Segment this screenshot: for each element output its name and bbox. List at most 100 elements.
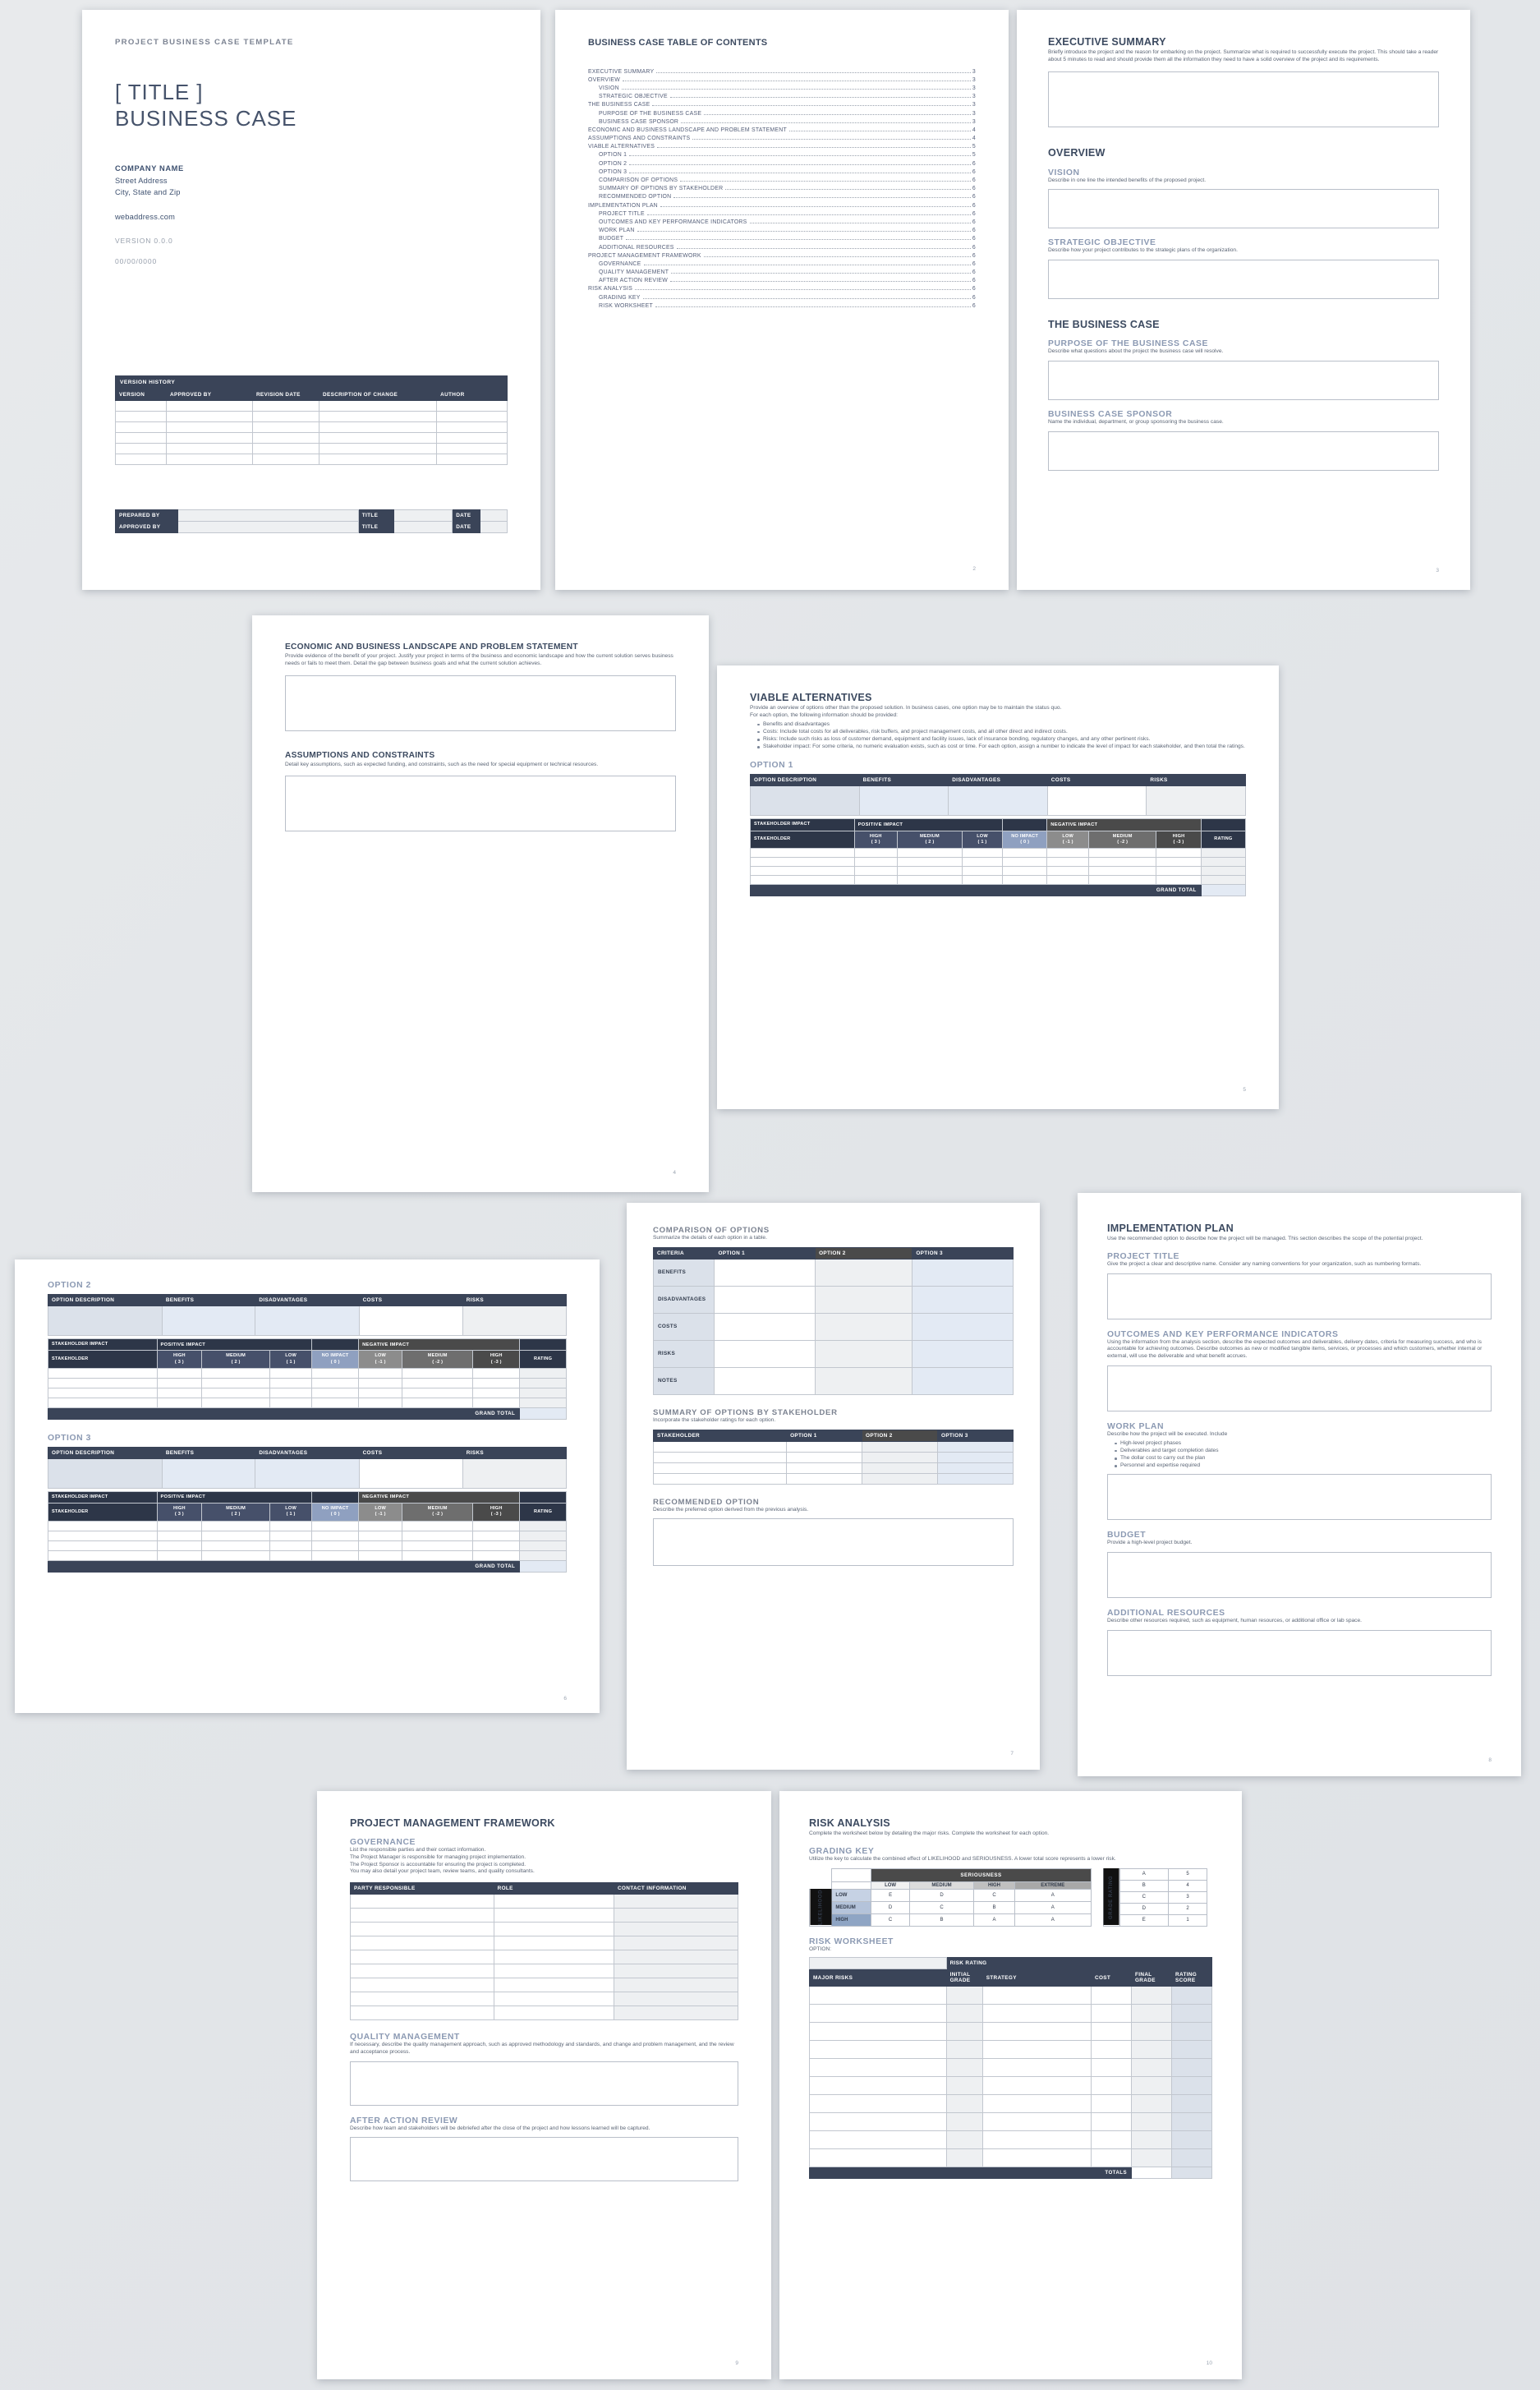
cell-contact[interactable] — [613, 1894, 739, 1909]
cell-party[interactable] — [350, 1978, 494, 1993]
toc-entry[interactable]: AFTER ACTION REVIEW 6 — [588, 277, 976, 285]
aar-input[interactable] — [350, 2137, 738, 2182]
cell-role[interactable] — [493, 1964, 614, 1979]
cell-strategy[interactable] — [981, 2022, 1092, 2042]
cell-initial-grade[interactable] — [945, 2022, 983, 2042]
cell-contact[interactable] — [613, 2005, 739, 2021]
table-row[interactable] — [115, 432, 508, 444]
cell-risks[interactable] — [1146, 785, 1246, 817]
cell-major-risk[interactable] — [809, 2004, 947, 2024]
web-address[interactable]: webaddress.com — [115, 213, 508, 221]
cell-contact[interactable] — [613, 1964, 739, 1979]
grand-total-value[interactable] — [519, 1559, 567, 1573]
cell-role[interactable] — [493, 1978, 614, 1993]
cell-role[interactable] — [493, 1992, 614, 2007]
quality-input[interactable] — [350, 2061, 738, 2106]
approved-by-field[interactable] — [177, 521, 359, 533]
approved-date-field[interactable] — [479, 521, 508, 533]
prepared-title-field[interactable] — [393, 509, 453, 522]
table-row[interactable] — [750, 848, 1247, 859]
table-row[interactable] — [652, 1462, 1014, 1474]
cell-final-grade[interactable] — [1130, 1986, 1172, 2005]
totals-rating-score[interactable] — [1170, 2167, 1213, 2180]
cell-major-risk[interactable] — [809, 2040, 947, 2060]
cell-final-grade[interactable] — [1130, 2094, 1172, 2114]
cell-party[interactable] — [350, 1936, 494, 1951]
cell-party[interactable] — [350, 2005, 494, 2021]
prepared-by-row[interactable]: PREPARED BY TITLE DATE — [114, 509, 508, 522]
cell-strategy[interactable] — [981, 1986, 1092, 2005]
toc-entry[interactable]: PROJECT MANAGEMENT FRAMEWORK 6 — [588, 251, 976, 260]
cell-cost[interactable] — [1090, 2094, 1132, 2114]
table-row[interactable] — [48, 1397, 567, 1408]
cell-strategy[interactable] — [981, 2058, 1092, 2078]
toc-entry[interactable]: QUALITY MANAGEMENT 6 — [588, 269, 976, 277]
table-row[interactable] — [350, 2005, 739, 2021]
table-row[interactable]: NOTES — [652, 1366, 1014, 1395]
cell-party[interactable] — [350, 1992, 494, 2007]
toc-entry[interactable]: EXECUTIVE SUMMARY 3 — [588, 67, 976, 76]
toc-entry[interactable]: RECOMMENDED OPTION 6 — [588, 193, 976, 201]
table-row[interactable] — [350, 1908, 739, 1923]
table-row[interactable] — [350, 1894, 739, 1909]
toc-entry[interactable]: STRATEGIC OBJECTIVE 3 — [588, 93, 976, 101]
table-row[interactable] — [750, 875, 1247, 886]
strategic-objective-input[interactable] — [1048, 260, 1439, 300]
cell-final-grade[interactable] — [1130, 2148, 1172, 2168]
cell-party[interactable] — [350, 1964, 494, 1979]
cell-strategy[interactable] — [981, 2094, 1092, 2114]
cell-disadvantages[interactable] — [948, 785, 1048, 817]
cell-initial-grade[interactable] — [945, 2112, 983, 2132]
toc-entry[interactable]: OPTION 3 6 — [588, 168, 976, 176]
toc-entry[interactable]: OPTION 1 5 — [588, 151, 976, 159]
cell-major-risk[interactable] — [809, 1986, 947, 2005]
cell-rating-score[interactable] — [1170, 2094, 1213, 2114]
cell-major-risk[interactable] — [809, 2058, 947, 2078]
cell-cost[interactable] — [1090, 2004, 1132, 2024]
prepared-date-field[interactable] — [479, 509, 508, 522]
cell-initial-grade[interactable] — [945, 2058, 983, 2078]
cell-rating-score[interactable] — [1170, 2130, 1213, 2150]
table-row[interactable] — [750, 785, 1246, 817]
cell-initial-grade[interactable] — [945, 2094, 983, 2114]
toc-entry[interactable]: PROJECT TITLE 6 — [588, 210, 976, 218]
table-row[interactable] — [115, 443, 508, 454]
totals-final-grade[interactable] — [1130, 2167, 1172, 2180]
table-row[interactable] — [809, 2076, 1213, 2096]
approved-by-row[interactable]: APPROVED BY TITLE DATE — [114, 521, 508, 533]
toc-entry[interactable]: GOVERNANCE 6 — [588, 260, 976, 268]
table-row[interactable] — [115, 400, 508, 412]
cell-benefits[interactable] — [858, 785, 949, 817]
cell-cost[interactable] — [1090, 2076, 1132, 2096]
toc-entry[interactable]: ASSUMPTIONS AND CONSTRAINTS 4 — [588, 135, 976, 143]
table-row[interactable] — [48, 1367, 567, 1379]
cell-cost[interactable] — [1090, 2148, 1132, 2168]
table-row[interactable] — [115, 421, 508, 433]
cell-strategy[interactable] — [981, 2040, 1092, 2060]
cell-party[interactable] — [350, 1922, 494, 1937]
cell-strategy[interactable] — [981, 2112, 1092, 2132]
cell-final-grade[interactable] — [1130, 2112, 1172, 2132]
table-row[interactable]: RISKS — [652, 1339, 1014, 1368]
table-row[interactable] — [809, 2094, 1213, 2114]
project-title-input[interactable] — [1107, 1273, 1492, 1319]
cell-rating-score[interactable] — [1170, 2076, 1213, 2096]
table-row[interactable] — [48, 1530, 567, 1541]
table-row[interactable] — [48, 1520, 567, 1531]
toc-entry[interactable]: BUSINESS CASE SPONSOR 3 — [588, 117, 976, 126]
cell-contact[interactable] — [613, 1936, 739, 1951]
toc-entry[interactable]: VISION 3 — [588, 84, 976, 92]
cell-role[interactable] — [493, 1894, 614, 1909]
cell-final-grade[interactable] — [1130, 2058, 1172, 2078]
table-row[interactable] — [48, 1306, 568, 1336]
table-row[interactable]: DISADVANTAGES — [652, 1285, 1014, 1314]
table-row[interactable] — [350, 1978, 739, 1993]
recommended-input[interactable] — [653, 1518, 1014, 1567]
table-row[interactable] — [48, 1540, 567, 1551]
toc-entry[interactable]: OVERVIEW 3 — [588, 76, 976, 84]
purpose-input[interactable] — [1048, 360, 1439, 400]
vision-input[interactable] — [1048, 189, 1439, 229]
prepared-by-field[interactable] — [177, 509, 359, 522]
cell-party[interactable] — [350, 1894, 494, 1909]
table-row[interactable] — [48, 1377, 567, 1388]
